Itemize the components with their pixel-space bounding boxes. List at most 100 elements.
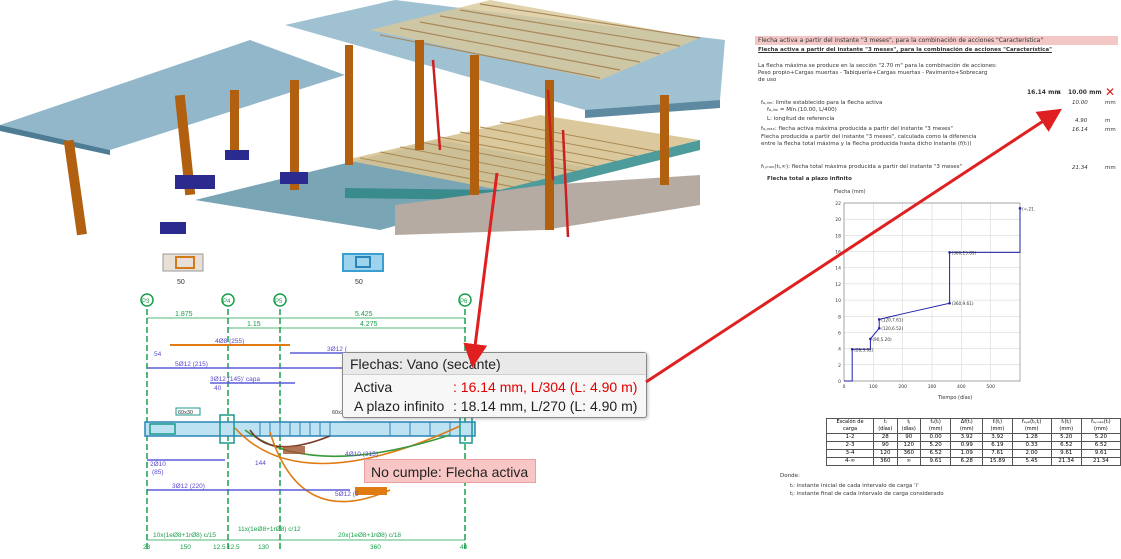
rebar-label-40: 40 [214,385,222,392]
right-unit-3: mm [1105,127,1116,133]
bottom-dim-150: 150 [180,544,191,551]
data-point [877,326,881,330]
cell: 1.28 [1011,433,1052,442]
cell: 3.92 [982,433,1013,442]
table-row: 2-3 90 120 5.20 0.99 6.19 0.33 6.52 6.52 [825,441,1121,450]
cell: 3.92 [950,433,984,442]
right-unit-1: mm [1105,100,1116,106]
data-point [1018,207,1022,210]
x-tick-label: 400 [957,384,966,390]
deflection-tooltip: Flechas: Vano (secante) Activa : 16.14 m… [342,352,647,418]
column-label-p5: P5 [275,299,283,305]
cell: 0.00 [919,433,952,442]
cell: 2.00 [1011,449,1052,458]
data-point [948,301,951,305]
column-label-p4: P4 [223,299,231,305]
cell: 4-∞ [825,457,875,466]
cell: 6.19 [982,441,1013,450]
status-badge: No cumple: Flecha activa [364,459,536,483]
data-point [877,318,881,321]
report-line-3: L: longitud de referencia [767,116,835,122]
col-header-4: Δf(tᵢ) (mm) [950,418,984,434]
cell: 3-4 [825,449,875,458]
right-unit-4: mm [1105,165,1116,171]
cell: 15.89 [982,457,1013,466]
report-line-8: Flecha total a plazo infinito [767,176,852,182]
fail-icon: ✕ [1105,85,1116,99]
x-tick-label: 0 [843,384,846,390]
cell: 5.20 [919,441,952,450]
footer-line-1: tᵢ: instante inicial de cada intervalo d… [790,483,919,489]
report-line-6: entre la flecha total máxima y la flecha… [761,141,972,147]
cell: 5.20 [1080,433,1121,442]
tooltip-value-infinite: : 18.14 mm, L/270 (L: 4.90 m) [453,398,638,414]
chart-ylabel: Flecha (mm) [834,189,866,195]
bottom-dim-125a: 12.5 [213,544,226,551]
right-val-3: 16.14 [1072,127,1088,133]
chart-xlabel: Tiempo (días) [937,394,972,401]
cell: 28 [873,433,898,442]
cell: 90 [896,433,921,442]
right-val-1: 10.00 [1072,100,1088,106]
report-header: Flecha activa a partir del instante "3 m… [755,36,1118,45]
footer-line-2: tⱼ: instante final de cada intervalo de … [790,491,944,497]
tooltip-label-infinite: A plazo infinito [354,398,445,414]
tooltip-title: Flechas: Vano (secante) [343,353,646,375]
data-label: (90,5.20) [872,337,892,342]
cell: 9.61 [1080,449,1121,458]
bottom-dim-125b: 12.5 [227,544,240,551]
rebar-label-144: 144 [255,460,266,467]
cell: 120 [896,441,921,450]
col-header-2: tⱼ (días) [896,418,921,434]
right-unit-2: m [1105,118,1111,124]
y-tick-label: 22 [835,201,841,207]
y-tick-label: 14 [835,266,841,272]
cell: 360 [896,449,921,458]
col-header-1: tᵢ (días) [873,418,898,434]
col-header-5: fᵢ(tⱼ) (mm) [982,418,1013,434]
y-tick-label: 12 [835,282,841,288]
cell: 21.34 [1080,457,1121,466]
tooltip-value-active: : 16.14 mm, L/304 (L: 4.90 m) [453,379,638,395]
x-tick-label: 300 [928,384,937,390]
y-tick-label: 10 [835,298,841,304]
cell: 6.28 [950,457,984,466]
cell: 1.09 [950,449,984,458]
y-tick-label: 20 [835,217,841,223]
dim-115: 1.15 [247,321,261,328]
data-point [948,251,951,254]
y-tick-label: 18 [835,233,841,239]
rebar-label-3o12-220: 3Ø12 (220) [172,483,205,490]
cell: 90 [873,441,898,450]
report-intro-2: Peso propio+Cargas muertas - Tabiquería+… [758,70,988,76]
structure-3d-view[interactable] [0,0,725,240]
col-header-0: Escalón de carga [825,418,875,434]
cell: 9.61 [919,457,952,466]
section-dim-width-2: 50 [355,279,363,286]
data-label: (∞,21.34) [1022,206,1035,211]
rebar-label-5o12: 5Ø12 (5 [335,491,359,498]
cell: 360 [873,457,898,466]
report-line-7: fₜ,ₘₐₓ(tᵢ,∞): flecha total máxima produc… [761,164,963,170]
cell: 9.61 [1050,449,1082,458]
y-tick-label: 0 [838,379,841,385]
cell: 6.52 [1080,441,1121,450]
y-tick-label: 6 [838,330,841,336]
rebar-label-54: 54 [154,351,162,358]
section-tag-1: 60x30 [178,410,193,416]
rebar-label-4: 3Ø12 (145)' capa [210,376,260,383]
report-line-5: Flecha producida a partir del instante "… [761,134,977,140]
rebar-label-85: (85) [152,469,164,476]
cell: 0.99 [950,441,984,450]
dim-4275: 4.275 [360,321,378,328]
x-tick-label: 500 [986,384,995,390]
report-subtitle: Flecha activa a partir del instante "3 m… [758,47,1052,53]
rebar-label-1: 4Ø8 (255) [215,338,244,345]
y-tick-label: 2 [838,363,841,369]
rebar-label-2o10: 2Ø10 [150,461,166,468]
right-val-2: 4.90 [1075,118,1088,124]
stirrup-label-1: 10x(1eØ8+1rØ8) c/15 [153,532,216,539]
column-label-p3: P3 [142,299,150,305]
bottom-dim-360: 360 [370,544,381,551]
stirrup-label-2: 11x(1eØ8+1rØ8) c/12 [238,526,301,533]
